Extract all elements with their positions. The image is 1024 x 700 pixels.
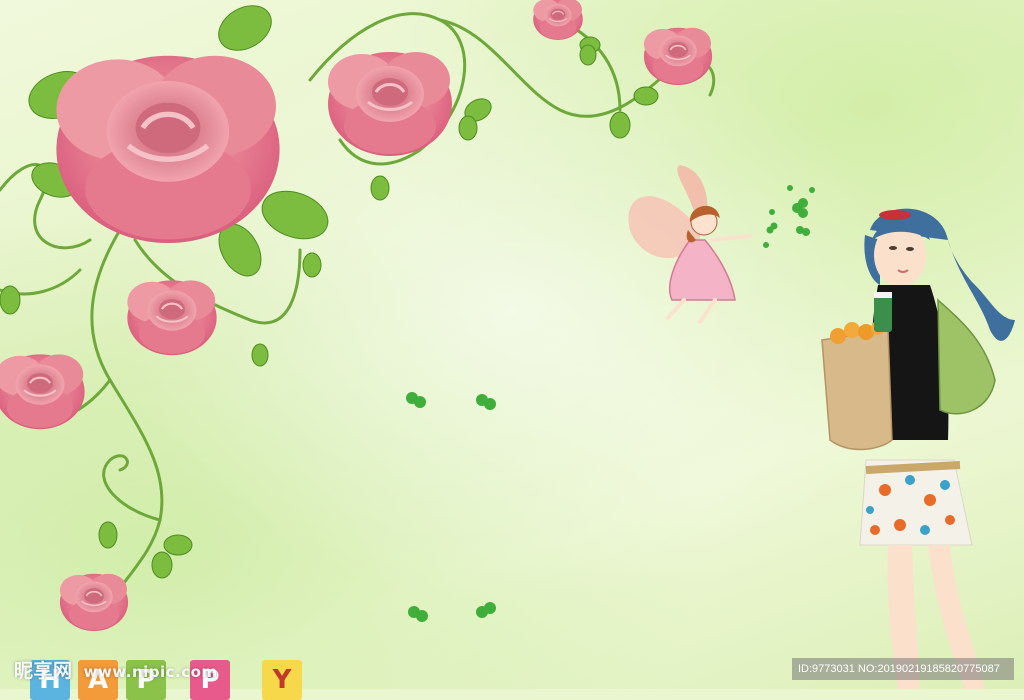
site-name: 昵享网 xyxy=(14,660,73,682)
girl-illustration xyxy=(821,208,1015,689)
site-url: www.nipic.com xyxy=(83,663,218,681)
image-id-label: ID:9773031 NO:20190219185820775087 xyxy=(792,658,1014,680)
grocery-bag xyxy=(821,292,893,451)
block-letter: Y xyxy=(262,660,302,700)
site-watermark: 昵享网 www.nipic.com xyxy=(14,656,218,683)
